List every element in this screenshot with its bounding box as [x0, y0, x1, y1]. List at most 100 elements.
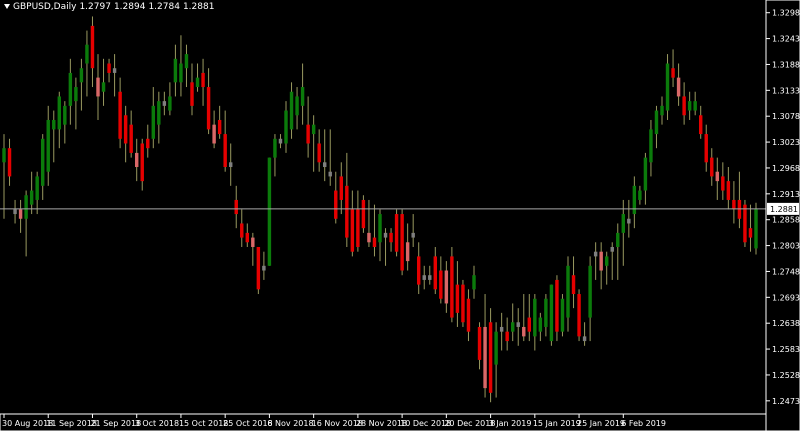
- candle: [206, 68, 211, 135]
- candle-body: [754, 208, 758, 249]
- candle: [184, 44, 189, 88]
- candle: [676, 63, 681, 106]
- candle-body: [46, 119, 50, 172]
- candle-body: [571, 275, 576, 295]
- candle: [743, 199, 747, 247]
- candle-body: [522, 326, 526, 337]
- candle: [262, 251, 266, 280]
- price-tick-label: 1.3188: [772, 60, 800, 69]
- candle: [660, 96, 664, 125]
- candle-body: [240, 223, 244, 238]
- candle-body: [411, 232, 415, 238]
- candle-body: [68, 72, 73, 106]
- candle: [212, 110, 216, 149]
- candle: [101, 58, 106, 106]
- candle-body: [632, 185, 637, 215]
- candle: [245, 223, 250, 247]
- candle: [721, 162, 725, 200]
- candle: [527, 294, 532, 342]
- candle-body: [593, 251, 598, 257]
- candle: [737, 171, 742, 229]
- candle: [85, 30, 89, 97]
- candle: [566, 256, 570, 332]
- candle-body: [35, 176, 39, 200]
- price-tag-label: 1.2881: [770, 205, 798, 214]
- candle-body: [654, 110, 659, 135]
- candle: [461, 279, 465, 327]
- candle: [146, 124, 150, 158]
- candle-body: [345, 185, 349, 238]
- candle-body: [2, 148, 6, 163]
- candle: [151, 87, 156, 149]
- candle: [334, 171, 338, 224]
- candle: [710, 148, 714, 186]
- candle-body: [422, 275, 426, 280]
- candle-body: [604, 256, 609, 266]
- candle-body: [101, 82, 106, 92]
- candle: [698, 105, 703, 139]
- candle-body: [24, 195, 28, 219]
- candle: [162, 91, 167, 116]
- candle-body: [588, 265, 592, 318]
- candle-body: [251, 237, 255, 247]
- candle-body: [748, 228, 753, 238]
- price-tick-label: 1.3078: [772, 112, 800, 121]
- candle: [394, 209, 399, 257]
- candle-body: [616, 232, 620, 247]
- candle: [46, 105, 50, 186]
- candle: [505, 317, 509, 351]
- candle: [190, 63, 194, 116]
- candle: [450, 246, 454, 323]
- price-tick-label: 1.2803: [772, 242, 800, 251]
- candle: [57, 91, 62, 149]
- candle: [13, 199, 17, 224]
- candle: [123, 105, 128, 163]
- candle-body: [710, 157, 714, 177]
- candle-body: [461, 284, 465, 323]
- candle: [682, 82, 686, 125]
- candle: [555, 275, 559, 342]
- candle-body: [372, 237, 377, 247]
- candle-body: [693, 101, 697, 111]
- candle-body: [284, 110, 288, 144]
- candle: [665, 54, 670, 120]
- candle: [234, 185, 238, 229]
- candle-body: [306, 124, 310, 144]
- candle: [223, 110, 227, 172]
- candle: [157, 91, 161, 144]
- candle: [649, 119, 653, 177]
- candle: [289, 82, 294, 139]
- candle-body: [289, 91, 294, 130]
- candle-body: [510, 322, 515, 332]
- candle-body: [311, 124, 316, 135]
- candle-body: [394, 214, 399, 252]
- candle-body: [444, 270, 449, 304]
- candle-body: [112, 68, 117, 73]
- candle-body: [146, 138, 150, 149]
- time-tick-label: 3 Jan 2019: [489, 419, 532, 428]
- candle-body: [533, 298, 537, 337]
- candle: [356, 190, 360, 252]
- candle: [405, 223, 410, 271]
- candle-body: [157, 101, 161, 125]
- price-tick-label: 1.2638: [772, 319, 800, 328]
- candle-body: [74, 87, 78, 102]
- candle-body: [300, 87, 305, 106]
- price-tick-label: 1.3023: [772, 138, 800, 147]
- candle-body: [455, 284, 460, 313]
- candle-body: [466, 298, 471, 332]
- candle: [627, 199, 631, 238]
- candle-body: [40, 138, 45, 186]
- candlestick-chart[interactable]: 1.3298 1.3243 1.3188 1.3133 1.3078 1.3023 1.29…: [0, 0, 800, 431]
- candle: [112, 54, 117, 97]
- candle: [549, 284, 554, 346]
- candle-body: [577, 294, 581, 337]
- candle-body: [228, 162, 233, 168]
- candle: [732, 181, 736, 224]
- candle-body: [29, 190, 34, 205]
- candle: [372, 204, 377, 257]
- candle-body: [273, 138, 277, 158]
- price-tick-label: 1.2528: [772, 371, 800, 380]
- candle-body: [499, 326, 504, 332]
- candle: [428, 265, 432, 285]
